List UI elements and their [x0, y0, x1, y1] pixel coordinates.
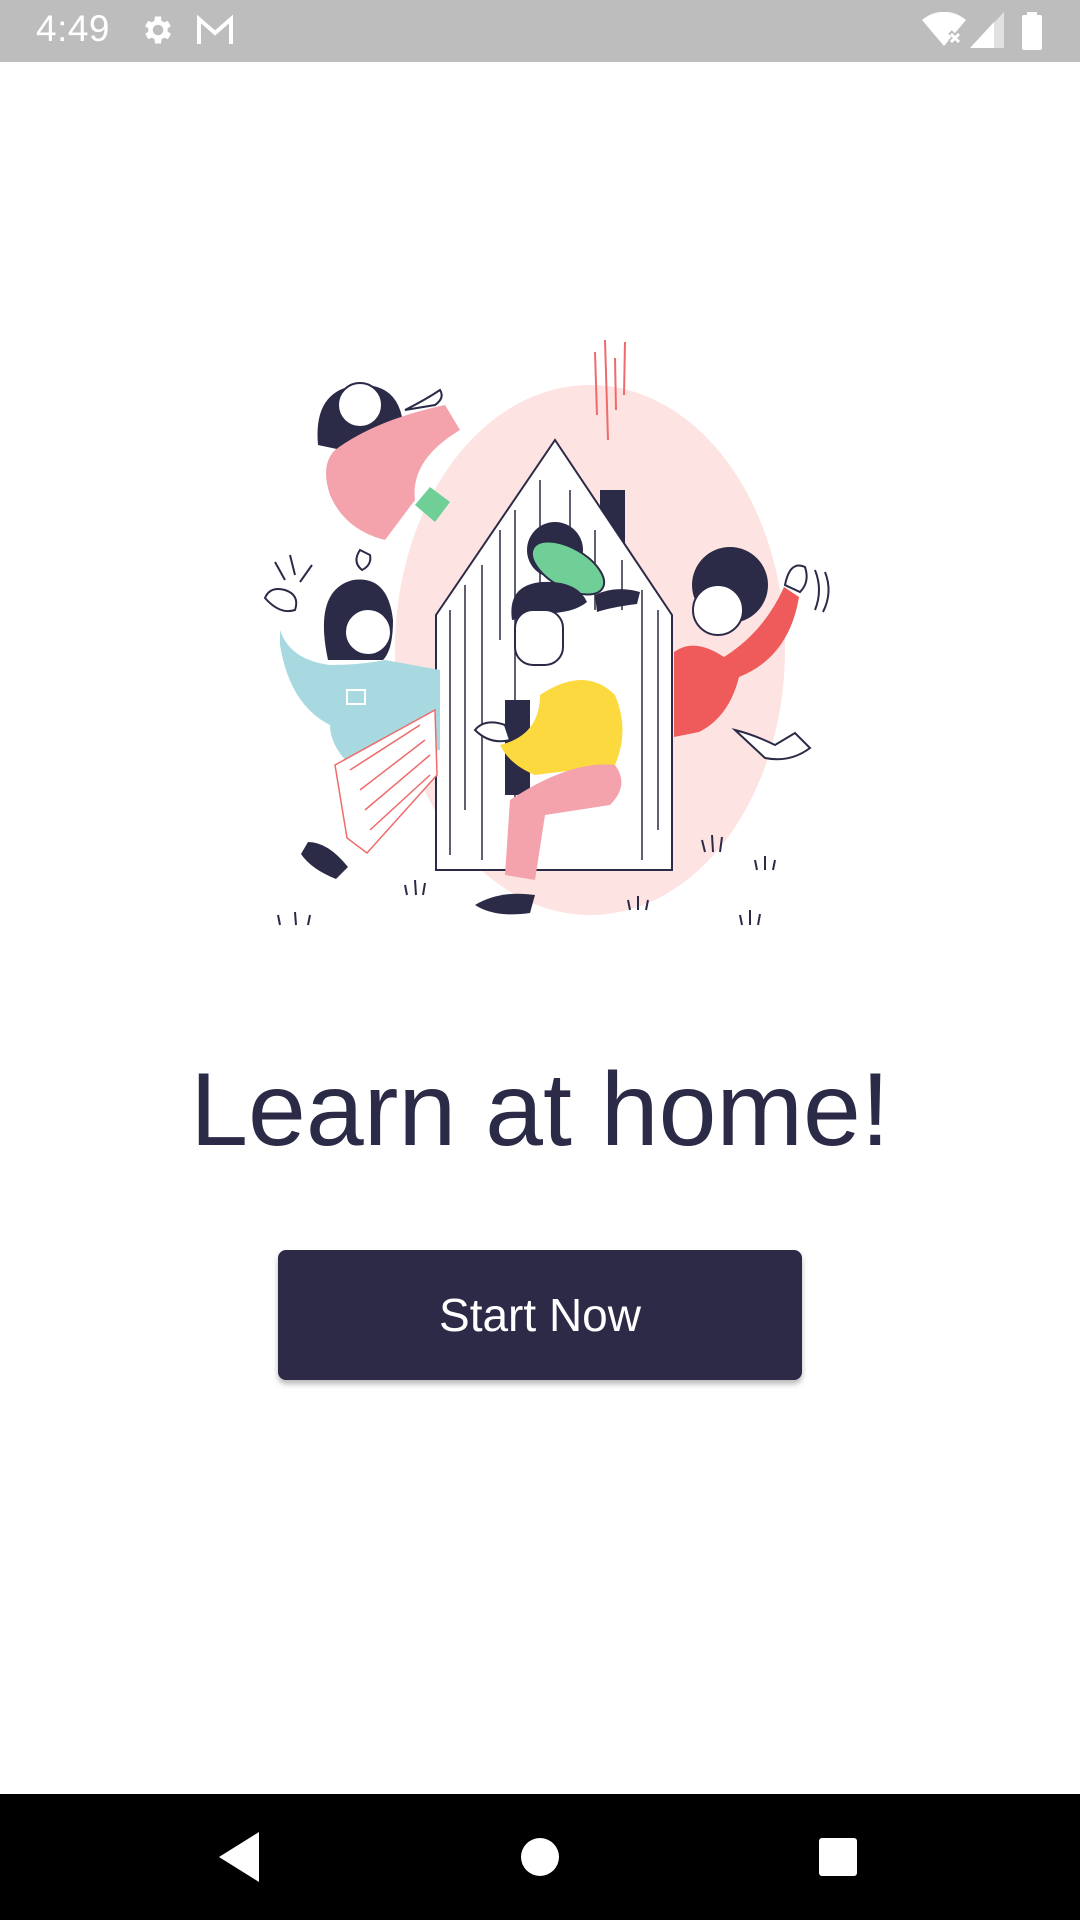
right-wave-lines: [814, 569, 830, 613]
gmail-icon: [197, 14, 233, 44]
people-house-illustration: [263, 340, 830, 926]
middle-man-face: [514, 609, 564, 666]
status-bar: 4:49: [0, 0, 1080, 62]
status-time: 4:49: [36, 8, 111, 49]
start-now-button[interactable]: Start Now: [278, 1250, 802, 1380]
settings-icon: [145, 16, 171, 44]
battery-icon: [1022, 12, 1042, 50]
top-woman-face: [337, 382, 383, 428]
right-woman-face: [692, 584, 744, 636]
wifi-icon: [922, 12, 966, 46]
left-wave-lines: [274, 554, 313, 583]
left-woman-face: [344, 608, 392, 656]
cellular-signal-icon: [970, 12, 1004, 48]
page-title: Learn at home!: [190, 1052, 890, 1168]
home-icon[interactable]: [505, 1824, 575, 1890]
app-screen: 4:49 Learn at home! Start Now: [0, 0, 1080, 1920]
recents-icon[interactable]: [803, 1824, 873, 1890]
back-icon[interactable]: [204, 1824, 274, 1890]
navigation-bar: [0, 1794, 1080, 1920]
